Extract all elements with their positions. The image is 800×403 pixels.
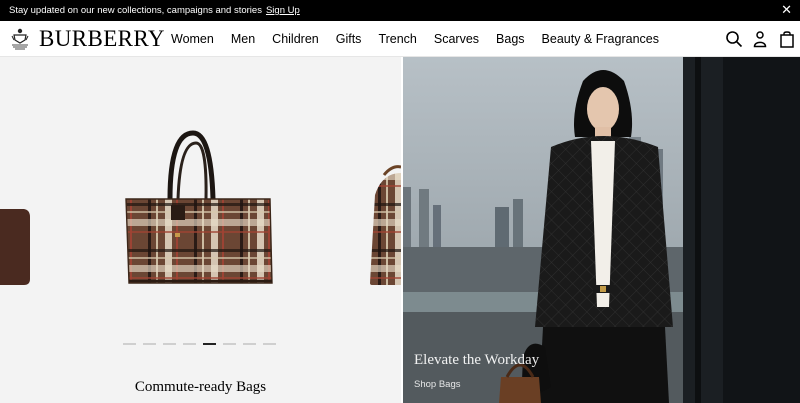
carousel-dot[interactable] — [163, 343, 176, 345]
sign-up-link[interactable]: Sign Up — [266, 5, 300, 16]
carousel-dot[interactable] — [123, 343, 136, 345]
carousel-dot[interactable] — [243, 343, 256, 345]
shop-bags-link[interactable]: Shop Bags — [414, 379, 460, 390]
carousel-dot[interactable] — [263, 343, 276, 345]
search-icon[interactable] — [725, 30, 743, 48]
carousel-pagination — [123, 343, 283, 345]
nav-item-women[interactable]: Women — [171, 32, 214, 46]
announcement-bar: Stay updated on our new collections, cam… — [0, 0, 800, 21]
bag-icon[interactable] — [778, 30, 796, 48]
nav-item-gifts[interactable]: Gifts — [336, 32, 362, 46]
close-icon[interactable]: ✕ — [781, 3, 792, 17]
crest-icon — [11, 28, 29, 50]
carousel-dot[interactable] — [143, 343, 156, 345]
nav-item-children[interactable]: Children — [272, 32, 319, 46]
nav-item-men[interactable]: Men — [231, 32, 255, 46]
nav-item-scarves[interactable]: Scarves — [434, 32, 479, 46]
main-nav: Women Men Children Gifts Trench Scarves … — [171, 32, 676, 46]
nav-item-bags[interactable]: Bags — [496, 32, 525, 46]
announcement-text: Stay updated on our new collections, cam… — [9, 5, 262, 16]
promo-panel: Elevate the Workday Shop Bags — [403, 57, 800, 403]
carousel-caption[interactable]: Commute-ready Bags — [0, 379, 401, 396]
nav-item-beauty-fragrances[interactable]: Beauty & Fragrances — [542, 32, 659, 46]
nav-item-trench[interactable]: Trench — [378, 32, 416, 46]
promo-title[interactable]: Elevate the Workday — [414, 352, 539, 369]
carousel-dot-active[interactable] — [203, 343, 216, 345]
product-image[interactable] — [0, 57, 401, 403]
carousel-panel: Commute-ready Bags — [0, 57, 401, 403]
carousel-dot[interactable] — [223, 343, 236, 345]
brand-logo[interactable]: BURBERRY — [39, 27, 165, 51]
carousel-dot[interactable] — [183, 343, 196, 345]
site-header: BURBERRY Women Men Children Gifts Trench… — [0, 21, 800, 57]
account-icon[interactable] — [751, 30, 769, 48]
